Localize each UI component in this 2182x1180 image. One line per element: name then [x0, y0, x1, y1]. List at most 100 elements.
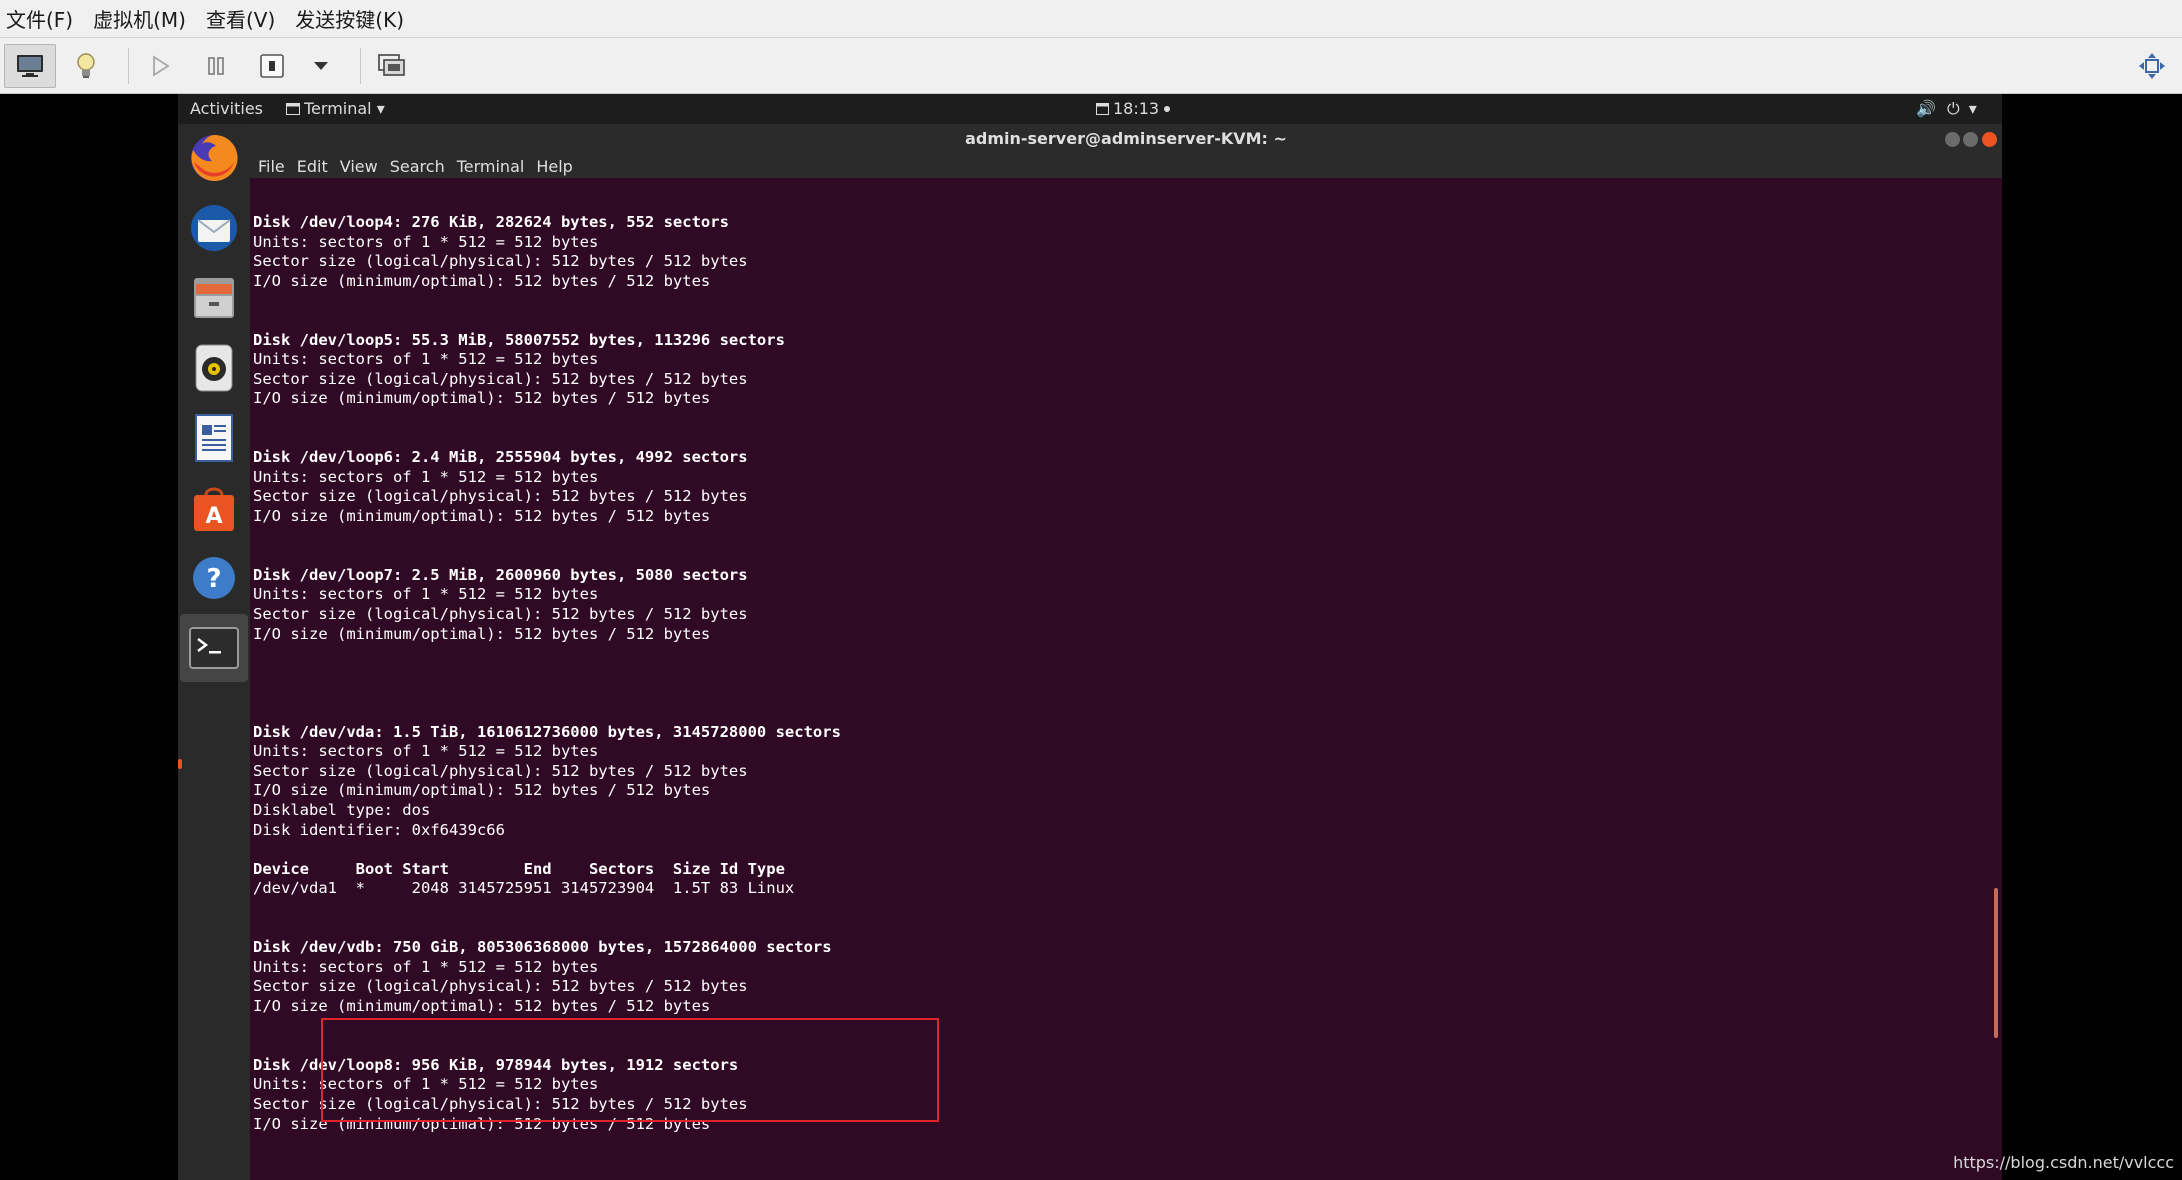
- toolbar-separator: [360, 48, 361, 84]
- svg-text:A: A: [205, 504, 222, 529]
- highlight-annotation-box: [321, 1018, 939, 1122]
- host-toolbar: [0, 38, 2182, 94]
- app-menu[interactable]: Terminal ▾: [286, 99, 385, 118]
- terminal-scrollbar[interactable]: [1994, 888, 1998, 1038]
- thunderbird-icon: [191, 205, 237, 251]
- rhythmbox-icon: [195, 344, 233, 392]
- terminal-line: Disk /dev/loop4: 276 KiB, 282624 bytes, …: [253, 213, 729, 231]
- terminal-output[interactable]: Disk /dev/loop4: 276 KiB, 282624 bytes, …: [250, 178, 2002, 1180]
- terminal-line: I/O size (minimum/optimal): 512 bytes / …: [253, 997, 711, 1015]
- close-icon[interactable]: [1982, 132, 1997, 147]
- pause-icon: [208, 57, 224, 75]
- terminal-line: I/O size (minimum/optimal): 512 bytes / …: [253, 389, 711, 408]
- terminal-line: Disk identifier: 0xf6439c66: [253, 820, 505, 839]
- terminal-line: Device Boot Start End Sectors Size Id Ty…: [253, 859, 785, 878]
- stop-icon: [260, 54, 284, 78]
- terminal-line: Units: sectors of 1 * 512 = 512 bytes: [253, 232, 599, 251]
- toolbar-separator: [128, 48, 129, 84]
- terminal-line: Sector size (logical/physical): 512 byte…: [253, 605, 748, 623]
- terminal-line: Disklabel type: dos: [253, 801, 431, 819]
- screens-icon: [378, 54, 405, 76]
- libreoffice-writer-icon: [195, 414, 233, 462]
- menu-search[interactable]: Search: [390, 157, 445, 176]
- terminal-line: Disk /dev/vda: 1.5 TiB, 1610612736000 by…: [253, 722, 841, 741]
- dock-terminal[interactable]: [180, 614, 248, 682]
- terminal-line: /dev/vda1 * 2048 3145725951 3145723904 1…: [253, 879, 795, 898]
- terminal-line: I/O size (minimum/optimal): 512 bytes / …: [253, 507, 711, 525]
- calendar-icon: [1096, 103, 1109, 115]
- notification-dot-icon: [1164, 106, 1171, 112]
- chevron-down-icon: ▾: [1968, 99, 1977, 118]
- menu-file[interactable]: File: [258, 157, 285, 176]
- dock-writer[interactable]: [186, 410, 242, 466]
- minimize-icon[interactable]: [1945, 132, 1960, 147]
- terminal-titlebar[interactable]: admin-server@adminserver-KVM: ~: [250, 124, 2002, 154]
- svg-text:?: ?: [206, 564, 221, 594]
- gnome-topbar: Activities Terminal ▾ 18:13 🔊 ⏻ ▾: [178, 94, 2002, 124]
- dropdown-arrow-icon: [314, 62, 328, 70]
- menu-view[interactable]: 查看(V): [206, 4, 275, 33]
- details-button[interactable]: [60, 44, 112, 88]
- shutdown-button[interactable]: [246, 44, 298, 88]
- terminal-line: I/O size (minimum/optimal): 512 bytes / …: [253, 271, 711, 290]
- volume-icon: 🔊: [1916, 99, 1936, 118]
- terminal-line: Units: sectors of 1 * 512 = 512 bytes: [253, 585, 599, 604]
- menu-vm[interactable]: 虚拟机(M): [93, 4, 186, 33]
- app-menu-label: Terminal: [304, 99, 372, 118]
- menu-view[interactable]: View: [340, 157, 378, 176]
- terminal-icon: [189, 627, 239, 669]
- snapshots-button[interactable]: [366, 44, 418, 88]
- activities-button[interactable]: Activities: [190, 99, 263, 118]
- fullscreen-icon: [2139, 53, 2165, 79]
- dock-software[interactable]: A: [186, 480, 242, 536]
- maximize-icon[interactable]: [1963, 132, 1978, 147]
- terminal-line: Disk /dev/vdb: 750 GiB, 805306368000 byt…: [253, 938, 832, 957]
- menu-file[interactable]: 文件(F): [6, 4, 73, 33]
- system-menu[interactable]: 🔊 ⏻ ▾: [1916, 99, 1977, 119]
- clock-time: 18:13: [1113, 99, 1160, 118]
- dock-files[interactable]: [186, 270, 242, 326]
- bulb-icon: [77, 53, 95, 78]
- terminal-line: Units: sectors of 1 * 512 = 512 bytes: [253, 957, 599, 976]
- pause-button[interactable]: [190, 44, 242, 88]
- terminal-line: I/O size (minimum/optimal): 512 bytes / …: [253, 624, 711, 643]
- terminal-title: admin-server@adminserver-KVM: ~: [965, 129, 1287, 148]
- menu-help[interactable]: Help: [536, 157, 572, 176]
- menu-edit[interactable]: Edit: [297, 157, 328, 176]
- display-button[interactable]: [4, 44, 56, 88]
- terminal-line: Sector size (logical/physical): 512 byte…: [253, 761, 748, 780]
- dock-help[interactable]: ?: [186, 550, 242, 606]
- menu-terminal[interactable]: Terminal: [457, 157, 525, 176]
- watermark: https://blog.csdn.net/vvlccc: [1953, 1153, 2174, 1172]
- terminal-line: Disk /dev/loop5: 55.3 MiB, 58007552 byte…: [253, 330, 785, 349]
- terminal-line: Sector size (logical/physical): 512 byte…: [253, 369, 748, 388]
- firefox-icon: [191, 134, 238, 181]
- terminal-line: Sector size (logical/physical): 512 byte…: [253, 252, 748, 271]
- dock-firefox[interactable]: [186, 130, 242, 186]
- terminal-line: Sector size (logical/physical): 512 byte…: [253, 977, 748, 996]
- help-icon: ?: [193, 557, 235, 599]
- terminal-line: Units: sectors of 1 * 512 = 512 bytes: [253, 350, 599, 369]
- dock-thunderbird[interactable]: [186, 200, 242, 256]
- terminal-menubar: File Edit View Search Terminal Help: [250, 154, 2002, 178]
- dock: A ?: [178, 124, 250, 1180]
- dock-rhythmbox[interactable]: [186, 340, 242, 396]
- run-button[interactable]: [135, 44, 187, 88]
- fullscreen-button[interactable]: [2126, 44, 2178, 88]
- play-icon: [153, 55, 170, 77]
- host-menubar: 文件(F) 虚拟机(M) 查看(V) 发送按键(K): [0, 0, 2182, 38]
- shutdown-menu-button[interactable]: [296, 44, 346, 88]
- vm-guest-display[interactable]: Activities Terminal ▾ 18:13 🔊 ⏻ ▾ A ? ad…: [178, 94, 2002, 1180]
- terminal-line: Units: sectors of 1 * 512 = 512 bytes: [253, 467, 599, 486]
- software-center-icon: A: [194, 487, 234, 531]
- terminal-line: Sector size (logical/physical): 512 byte…: [253, 487, 748, 506]
- chevron-down-icon: ▾: [376, 99, 385, 118]
- terminal-line: Units: sectors of 1 * 512 = 512 bytes: [253, 742, 599, 761]
- terminal-line: Disk /dev/loop7: 2.5 MiB, 2600960 bytes,…: [253, 565, 748, 584]
- clock[interactable]: 18:13: [1096, 99, 1171, 118]
- menu-send-key[interactable]: 发送按键(K): [295, 4, 404, 33]
- display-icon: [17, 55, 43, 77]
- terminal-app-icon: [286, 103, 300, 115]
- power-icon: ⏻: [1947, 99, 1960, 118]
- files-icon: [194, 278, 234, 318]
